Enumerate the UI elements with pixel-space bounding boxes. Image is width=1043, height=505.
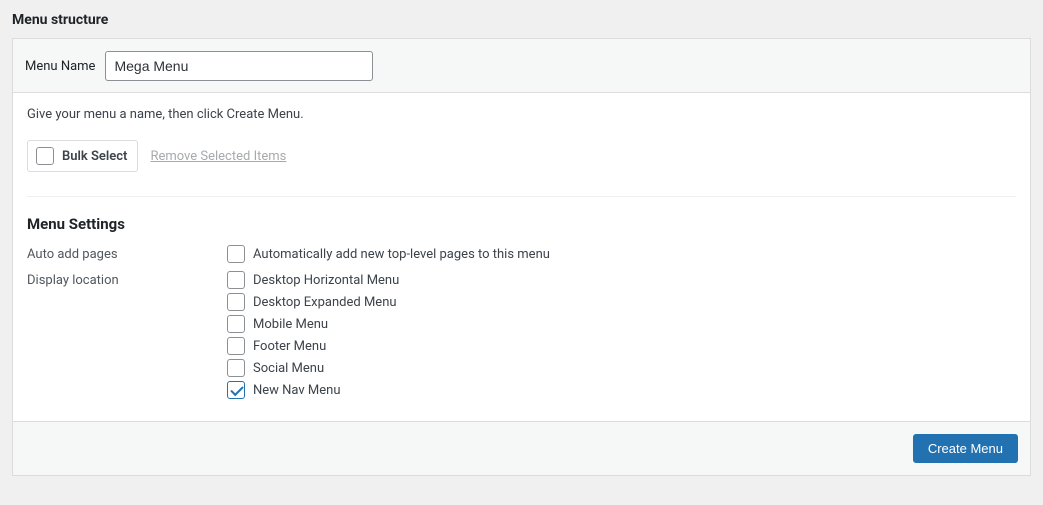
location-option: Social Menu [227, 359, 1016, 377]
menu-name-input[interactable] [105, 51, 373, 81]
auto-add-row: Auto add pages Automatically add new top… [27, 245, 1016, 267]
location-checkbox[interactable] [227, 337, 245, 355]
location-label: Social Menu [253, 361, 324, 376]
display-location-label: Display location [27, 271, 227, 403]
menu-name-label: Menu Name [25, 59, 95, 74]
instruction-text: Give your menu a name, then click Create… [27, 107, 1016, 122]
auto-add-options: Automatically add new top-level pages to… [227, 245, 1016, 267]
location-option: New Nav Menu [227, 381, 1016, 399]
auto-add-option-label: Automatically add new top-level pages to… [253, 247, 550, 262]
location-label: Mobile Menu [253, 317, 328, 332]
display-location-options: Desktop Horizontal Menu Desktop Expanded … [227, 271, 1016, 403]
panel: Menu Name Give your menu a name, then cl… [12, 38, 1031, 476]
location-option: Desktop Expanded Menu [227, 293, 1016, 311]
location-label: Footer Menu [253, 339, 326, 354]
location-checkbox[interactable] [227, 381, 245, 399]
auto-add-checkbox[interactable] [227, 245, 245, 263]
section-title: Menu structure [12, 12, 1031, 28]
menu-settings-title: Menu Settings [27, 215, 1016, 233]
auto-add-option: Automatically add new top-level pages to… [227, 245, 1016, 263]
location-option: Desktop Horizontal Menu [227, 271, 1016, 289]
bulk-select-label: Bulk Select [62, 149, 127, 164]
bulk-select-checkbox[interactable] [36, 147, 54, 165]
location-checkbox[interactable] [227, 359, 245, 377]
display-location-row: Display location Desktop Horizontal Menu… [27, 271, 1016, 403]
divider [27, 196, 1016, 197]
menu-structure-panel: Menu structure Menu Name Give your menu … [12, 12, 1031, 476]
location-option: Mobile Menu [227, 315, 1016, 333]
panel-footer: Create Menu [13, 421, 1030, 475]
location-label: Desktop Expanded Menu [253, 295, 397, 310]
location-label: Desktop Horizontal Menu [253, 273, 399, 288]
bulk-actions-row: Bulk Select Remove Selected Items [27, 140, 1016, 172]
create-menu-button[interactable]: Create Menu [913, 434, 1018, 463]
location-checkbox[interactable] [227, 271, 245, 289]
location-checkbox[interactable] [227, 293, 245, 311]
remove-selected-link[interactable]: Remove Selected Items [150, 149, 286, 164]
bulk-select-box: Bulk Select [27, 140, 138, 172]
location-checkbox[interactable] [227, 315, 245, 333]
panel-header: Menu Name [13, 39, 1030, 93]
location-option: Footer Menu [227, 337, 1016, 355]
auto-add-label: Auto add pages [27, 245, 227, 267]
location-label: New Nav Menu [253, 383, 341, 398]
panel-body: Give your menu a name, then click Create… [13, 93, 1030, 403]
